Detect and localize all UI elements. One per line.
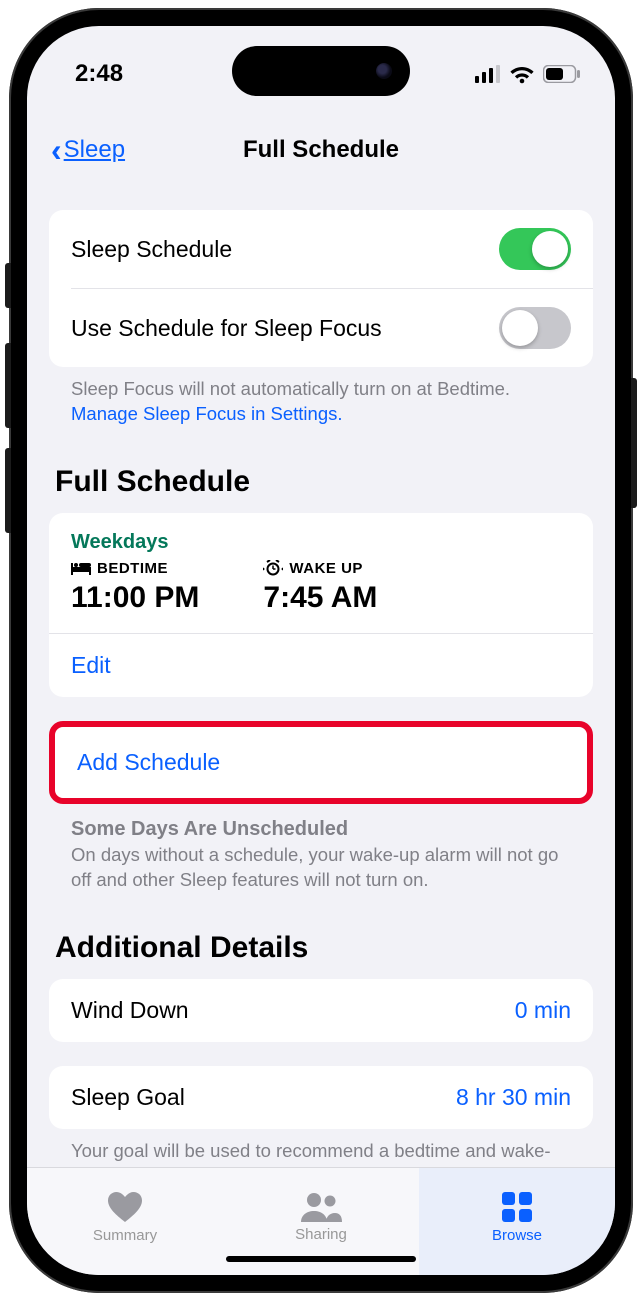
use-focus-row: Use Schedule for Sleep Focus [49,289,593,367]
sleep-goal-card: Sleep Goal 8 hr 30 min [49,1066,593,1129]
wake-value: 7:45 AM [263,581,377,615]
use-focus-toggle[interactable] [499,307,571,349]
sleep-goal-value: 8 hr 30 min [456,1084,571,1111]
manage-focus-link[interactable]: Manage Sleep Focus in Settings. [71,403,343,424]
power-button [631,378,637,508]
home-indicator [226,1256,416,1262]
status-time: 2:48 [75,60,123,88]
unscheduled-title: Some Days Are Unscheduled [49,804,593,843]
heart-icon [107,1191,143,1223]
back-label: Sleep [64,136,125,164]
chevron-left-icon: ‹ [51,134,62,166]
sleep-goal-note: Your goal will be used to recommend a be… [49,1129,593,1167]
phone-frame: 2:48 [9,8,633,1293]
sleep-goal-label: Sleep Goal [71,1084,185,1111]
focus-note-text: Sleep Focus will not automatically turn … [71,378,510,399]
sleep-schedule-toggle[interactable] [499,228,571,270]
people-icon [300,1192,342,1222]
full-schedule-title: Full Schedule [49,427,593,513]
wind-down-value: 0 min [515,997,571,1024]
days-label: Weekdays [49,513,593,560]
focus-footnote: Sleep Focus will not automatically turn … [49,367,593,427]
bedtime-mini-label: BEDTIME [97,560,168,577]
content: Sleep Schedule Use Schedule for Sleep Fo… [27,182,615,1167]
bed-icon [71,561,91,575]
tab-browse[interactable]: Browse [419,1168,615,1275]
wind-down-card: Wind Down 0 min [49,979,593,1042]
grid-icon [501,1191,533,1223]
alarm-icon [263,560,283,576]
wind-down-row[interactable]: Wind Down 0 min [49,979,593,1042]
wifi-icon [509,64,535,84]
wake-mini-label: WAKE UP [289,560,363,577]
schedule-card: Weekdays BEDTIME [49,513,593,697]
side-button [5,263,11,308]
nav-header: ‹ Sleep Full Schedule [27,104,615,182]
cellular-icon [475,65,501,83]
volume-down-button [5,448,11,533]
toggle-card: Sleep Schedule Use Schedule for Sleep Fo… [49,210,593,367]
sleep-schedule-label: Sleep Schedule [71,236,232,263]
screen: 2:48 [27,26,615,1275]
use-focus-label: Use Schedule for Sleep Focus [71,315,382,342]
tab-sharing-label: Sharing [295,1226,347,1243]
schedule-times: BEDTIME 11:00 PM [49,560,593,633]
volume-up-button [5,343,11,428]
dynamic-island [232,46,410,96]
tab-summary[interactable]: Summary [27,1168,223,1275]
sleep-schedule-row: Sleep Schedule [49,210,593,288]
tab-browse-label: Browse [492,1227,542,1244]
add-schedule-button[interactable]: Add Schedule [49,721,593,804]
sleep-goal-row[interactable]: Sleep Goal 8 hr 30 min [49,1066,593,1129]
back-button[interactable]: ‹ Sleep [51,134,125,166]
edit-schedule-button[interactable]: Edit [49,634,593,697]
bedtime-column: BEDTIME 11:00 PM [71,560,199,615]
bedtime-value: 11:00 PM [71,581,199,615]
wind-down-label: Wind Down [71,997,189,1024]
battery-icon [543,65,581,83]
additional-details-title: Additional Details [49,893,593,979]
tab-summary-label: Summary [93,1227,157,1244]
unscheduled-body: On days without a schedule, your wake-up… [49,843,593,893]
wake-column: WAKE UP 7:45 AM [263,560,377,615]
